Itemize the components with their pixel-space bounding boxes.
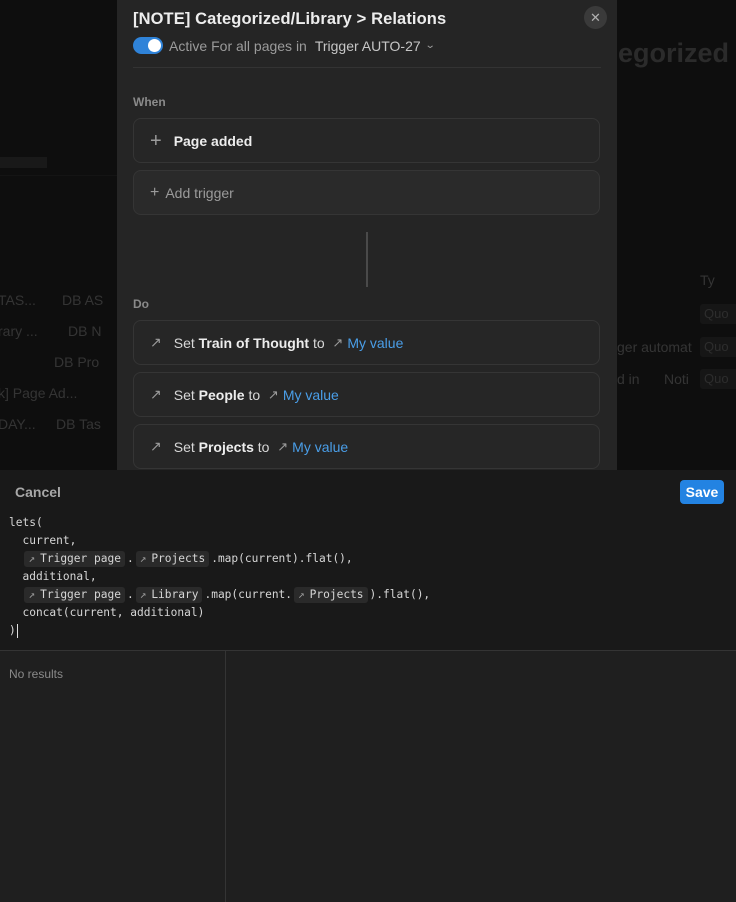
token-label: Trigger page [40,588,121,601]
code-text: concat(current, additional) [9,606,205,619]
text-caret [16,624,18,638]
trigger-database-name: Trigger AUTO-27 [314,37,421,54]
suggestions-list[interactable]: No results [0,651,226,902]
token-label: Library [151,588,199,601]
panel-header: [NOTE] Categorized/Library > Relations ✕… [133,6,607,54]
suggestion-detail-pane [226,651,736,902]
plus-icon: + [150,129,162,152]
arrow-up-right-icon: ↗ [28,588,36,601]
property-token[interactable]: ↗ Trigger page [24,587,125,603]
close-icon: ✕ [590,10,601,25]
action-property: People [198,386,245,403]
cancel-button[interactable]: Cancel [15,484,61,500]
do-section-label: Do [133,297,149,311]
arrow-up-right-icon: ↗ [150,386,162,402]
chevron-down-icon: ⌄ [424,40,436,51]
arrow-up-right-icon: ↗ [332,334,344,350]
code-text: ).flat(), [369,588,431,601]
save-button[interactable]: Save [680,480,724,504]
code-text: current, [9,534,77,547]
code-line: ↗ Trigger page. ↗ Library .map(current. ↗ Proj… [9,586,430,604]
code-line: concat(current, additional) [9,604,430,622]
action-card-projects[interactable]: ↗ Set Projects to ↗ My value [133,424,600,469]
code-text: additional, [9,570,97,583]
action-prefix: Set [173,334,195,351]
token-label: Trigger page [40,552,121,565]
code-text: .map(current).flat(), [211,552,353,565]
status-scope-label: For all pages in [211,37,307,54]
code-line: ↗ Trigger page. ↗ Projects .map(current).fla… [9,550,430,568]
action-value-link[interactable]: ↗ My value [268,387,339,403]
arrow-up-right-icon: ↗ [150,334,162,350]
formula-code-area[interactable]: Cancel Save lets( current, ↗ Trigger page… [0,470,736,650]
arrow-up-right-icon: ↗ [139,588,147,601]
add-trigger-button[interactable]: + Add trigger [133,170,600,215]
arrow-up-right-icon: ↗ [28,552,36,565]
arrow-up-right-icon: ↗ [139,552,147,565]
when-section-label: When [133,95,166,109]
code-line: lets( [9,514,430,532]
action-value-link[interactable]: ↗ My value [332,335,403,351]
action-value: My value [282,386,339,403]
token-label: Projects [309,588,364,601]
no-results-text: No results [9,667,64,681]
code-text: .map(current. [204,588,293,601]
action-to: to [248,386,261,403]
token-label: Projects [151,552,206,565]
code-line: current, [9,532,430,550]
automation-panel: [NOTE] Categorized/Library > Relations ✕… [117,0,617,470]
active-toggle[interactable] [133,37,163,54]
arrow-up-right-icon: ↗ [267,386,279,402]
property-token[interactable]: ↗ Trigger page [24,551,125,567]
formula-code[interactable]: lets( current, ↗ Trigger page. ↗ Projects .m… [9,514,430,640]
trigger-card-label: Page added [173,132,253,149]
action-card-people[interactable]: ↗ Set People to ↗ My value [133,372,600,417]
code-line: ) [9,622,430,640]
action-card-train-of-thought[interactable]: ↗ Set Train of Thought to ↗ My value [133,320,600,365]
property-token[interactable]: ↗ Projects [135,551,210,567]
trigger-card[interactable]: + Page added [133,118,600,163]
code-text: lets( [9,516,43,529]
automation-title: [NOTE] Categorized/Library > Relations [133,10,447,28]
formula-editor: Cancel Save lets( current, ↗ Trigger page… [0,470,736,902]
action-prefix: Set [173,438,195,455]
code-text: ) [9,624,16,637]
action-value: My value [347,334,404,351]
trigger-database-selector[interactable]: Trigger AUTO-27 ⌄ [314,37,436,54]
add-trigger-label: Add trigger [165,184,234,201]
action-property: Projects [198,438,254,455]
action-to: to [257,438,270,455]
arrow-up-right-icon: ↗ [150,438,162,454]
action-to: to [312,334,325,351]
code-text: . [126,588,134,601]
status-row: Active For all pages in Trigger AUTO-27 … [133,37,601,54]
code-line: additional, [9,568,430,586]
property-token[interactable]: ↗ Projects [294,587,368,603]
arrow-up-right-icon: ↗ [298,588,305,601]
status-active-label: Active [169,37,208,54]
action-property: Train of Thought [198,334,310,351]
header-divider [133,67,601,68]
action-prefix: Set [173,386,195,403]
property-token[interactable]: ↗ Library [135,587,203,603]
arrow-up-right-icon: ↗ [277,438,289,454]
action-value-link[interactable]: ↗ My value [277,439,348,455]
action-value: My value [292,438,349,455]
flow-connector [366,232,368,287]
code-text: . [126,552,134,565]
close-button[interactable]: ✕ [584,6,607,29]
plus-icon: + [150,183,160,201]
